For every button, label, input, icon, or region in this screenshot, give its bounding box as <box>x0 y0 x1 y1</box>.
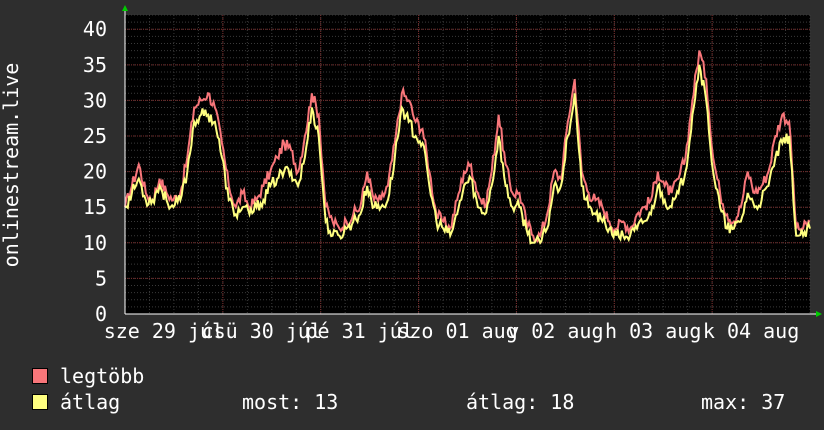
legend-label-legtobb: legtöbb <box>60 364 145 388</box>
y-tick-label: 10 <box>83 231 107 255</box>
legend-label-atlag: átlag <box>60 390 121 414</box>
legend-item-atlag: átlag <box>32 390 120 414</box>
y-tick-label: 40 <box>83 17 107 41</box>
legend-swatch-atlag <box>32 394 48 410</box>
x-tick-label: csü 30 júl <box>202 319 322 343</box>
x-tick-label: h 03 aug <box>605 319 701 343</box>
x-tick-label: szo 01 aug <box>397 319 517 343</box>
y-tick-label: 20 <box>83 160 107 184</box>
y-tick-label: 15 <box>83 195 107 219</box>
chart-canvas: 0510152025303540sze 29 júlcsü 30 júlpé 3… <box>0 5 822 343</box>
legend-item-legtobb: legtöbb <box>32 364 144 388</box>
legend-swatch-legtobb <box>32 368 48 384</box>
x-axis-arrow <box>816 311 822 317</box>
stat-most: most: 13 <box>242 390 339 414</box>
y-axis-arrow <box>122 5 128 11</box>
stat-max: max: 37 <box>701 390 786 414</box>
y-axis-title: onlinestream.live <box>0 63 23 268</box>
y-tick-label: 25 <box>83 124 107 148</box>
y-tick-label: 5 <box>95 266 107 290</box>
x-tick-label: v 02 aug <box>507 319 603 343</box>
stat-atlag: átlag: 18 <box>466 390 575 414</box>
y-tick-label: 35 <box>83 53 107 77</box>
x-tick-label: k 04 aug <box>703 319 799 343</box>
y-tick-label: 30 <box>83 88 107 112</box>
